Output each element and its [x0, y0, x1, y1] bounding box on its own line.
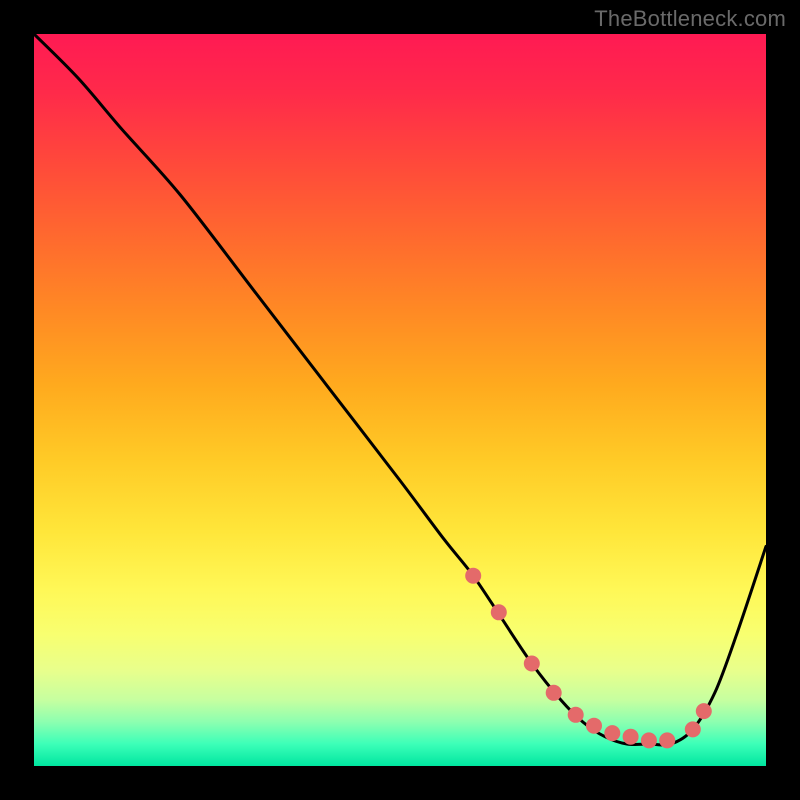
- marker-dot: [659, 732, 675, 748]
- curve-layer: [34, 34, 766, 766]
- marker-dot: [491, 604, 507, 620]
- marker-dot: [586, 718, 602, 734]
- chart-frame: TheBottleneck.com: [0, 0, 800, 800]
- curve-markers: [465, 568, 712, 749]
- marker-dot: [568, 707, 584, 723]
- marker-dot: [604, 725, 620, 741]
- marker-dot: [696, 703, 712, 719]
- marker-dot: [685, 721, 701, 737]
- plot-area: [34, 34, 766, 766]
- marker-dot: [641, 732, 657, 748]
- marker-dot: [524, 656, 540, 672]
- bottleneck-curve: [34, 34, 766, 745]
- watermark-text: TheBottleneck.com: [594, 6, 786, 32]
- marker-dot: [546, 685, 562, 701]
- marker-dot: [465, 568, 481, 584]
- marker-dot: [623, 729, 639, 745]
